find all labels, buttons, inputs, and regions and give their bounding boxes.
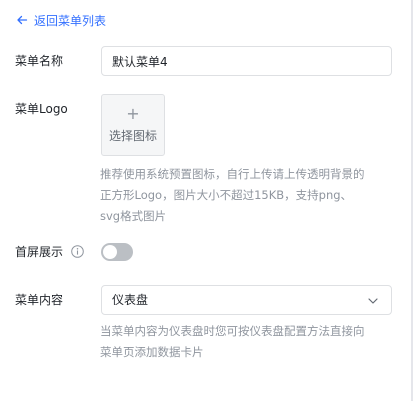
info-icon[interactable] — [71, 245, 84, 258]
logo-hint-line: 推荐使用系统预置图标，自行上传请上传透明背景的 — [100, 167, 365, 181]
menu-content-select[interactable]: 仪表盘 — [101, 285, 392, 315]
content-hint-line: 菜单页添加数据卡片 — [100, 345, 204, 359]
toggle-knob — [103, 245, 117, 259]
back-link-label: 返回菜单列表 — [34, 13, 107, 28]
menu-name-label: 菜单名称 — [15, 54, 64, 68]
logo-hint-line: 正方形Logo，图片大小不超过15KB，支持png、 — [100, 188, 353, 202]
arrow-left-icon — [17, 15, 28, 25]
menu-content-label: 菜单内容 — [15, 293, 64, 307]
menu-content-selected-value: 仪表盘 — [112, 293, 149, 307]
chevron-down-icon — [368, 298, 378, 304]
logo-hint: 推荐使用系统预置图标，自行上传请上传透明背景的 正方形Logo，图片大小不超过1… — [100, 164, 400, 227]
select-icon-button[interactable]: + 选择图标 — [101, 94, 165, 156]
content-hint-line: 当菜单内容为仪表盘时您可按仪表盘配置方法直接向 — [100, 324, 365, 338]
menu-edit-panel: 返回菜单列表 菜单名称 菜单Logo + 选择图标 推荐使用系统预置图标，自行上… — [0, 0, 413, 401]
menu-name-input[interactable] — [101, 46, 392, 76]
first-screen-label: 首屏展示 — [15, 245, 64, 259]
menu-logo-label: 菜单Logo — [15, 102, 68, 116]
plus-icon: + — [126, 104, 140, 123]
first-screen-toggle[interactable] — [101, 243, 133, 261]
content-hint: 当菜单内容为仪表盘时您可按仪表盘配置方法直接向 菜单页添加数据卡片 — [100, 321, 400, 363]
select-icon-label: 选择图标 — [108, 129, 157, 143]
logo-hint-line: svg格式图片 — [100, 209, 167, 223]
back-to-menu-list-link[interactable]: 返回菜单列表 — [16, 11, 106, 29]
